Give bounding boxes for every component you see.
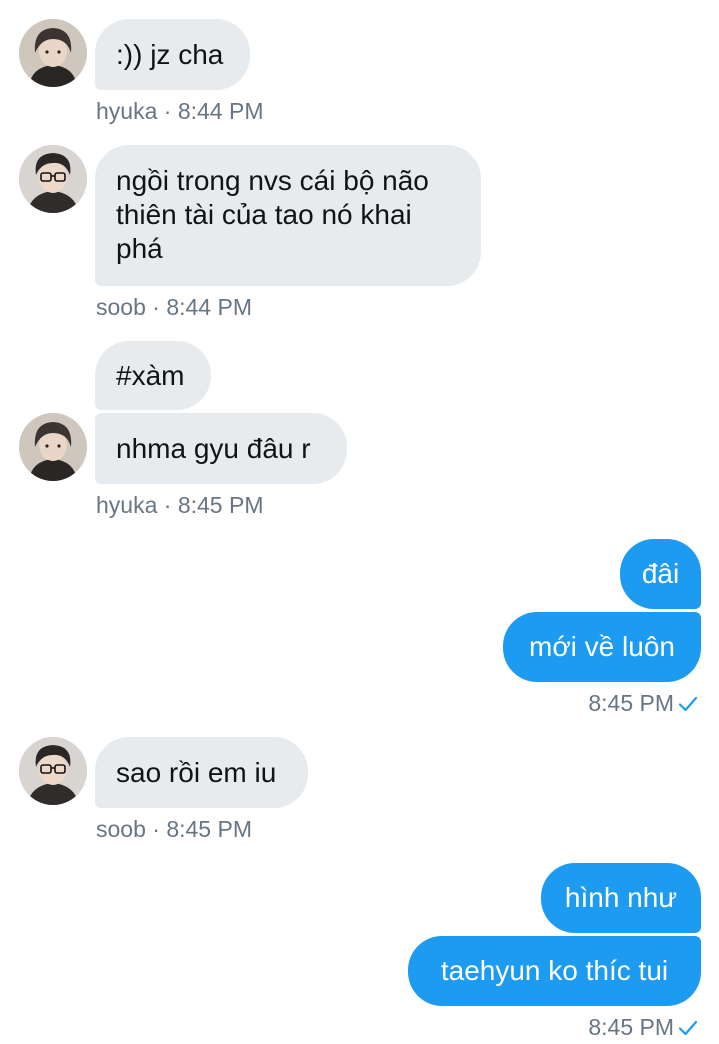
message-bubble[interactable]: đâi (620, 539, 701, 609)
message-meta: hyuka · 8:44 PM (96, 98, 263, 125)
meta-separator: · (152, 294, 160, 320)
message-bubble[interactable]: hình như (541, 863, 701, 933)
message-text: mới về luôn (529, 631, 675, 662)
avatar-soob[interactable] (19, 145, 87, 213)
message-meta: 8:45 PM (588, 690, 698, 720)
checkmark-icon (678, 693, 698, 720)
sender-name: soob (96, 816, 146, 842)
message-text: nhma gyu đâu r (116, 432, 311, 464)
timestamp: 8:44 PM (166, 294, 252, 320)
message-meta: soob · 8:45 PM (96, 816, 252, 843)
message-meta: hyuka · 8:45 PM (96, 492, 263, 519)
message-bubble[interactable]: sao rồi em iu (95, 737, 308, 808)
meta-separator: · (152, 816, 160, 842)
timestamp: 8:44 PM (177, 98, 264, 124)
sender-name: hyuka (96, 98, 158, 124)
message-text: đâi (641, 558, 680, 589)
timestamp: 8:45 PM (588, 1014, 674, 1040)
timestamp: 8:45 PM (166, 816, 252, 842)
message-text: :)) jz cha (116, 38, 224, 70)
sender-name: hyuka (96, 492, 158, 518)
message-text: ngồi trong nvs cái bộ não thiên tài của … (116, 165, 429, 264)
message-bubble[interactable]: mới về luôn (503, 612, 701, 682)
message-bubble[interactable]: taehyun ko thíc tui (408, 936, 701, 1006)
message-text: hình như (564, 882, 678, 913)
message-bubble[interactable]: nhma gyu đâu r (95, 413, 347, 484)
message-bubble[interactable]: #xàm (95, 341, 211, 410)
meta-separator: · (163, 492, 172, 518)
avatar-soob[interactable] (19, 737, 87, 805)
message-text: sao rồi em iu (116, 756, 277, 788)
message-text: taehyun ko thíc tui (440, 955, 669, 986)
message-bubble[interactable]: ngồi trong nvs cái bộ não thiên tài của … (95, 145, 481, 286)
message-meta: 8:45 PM (588, 1014, 698, 1044)
message-text: #xàm (116, 359, 185, 391)
meta-separator: · (163, 98, 172, 124)
message-meta: soob · 8:44 PM (96, 294, 252, 321)
avatar-hyuka[interactable] (19, 413, 87, 481)
avatar-hyuka[interactable] (19, 19, 87, 87)
timestamp: 8:45 PM (177, 492, 264, 518)
sender-name: soob (96, 294, 146, 320)
checkmark-icon (678, 1017, 698, 1044)
timestamp: 8:45 PM (588, 690, 674, 716)
message-bubble[interactable]: :)) jz cha (95, 19, 250, 90)
